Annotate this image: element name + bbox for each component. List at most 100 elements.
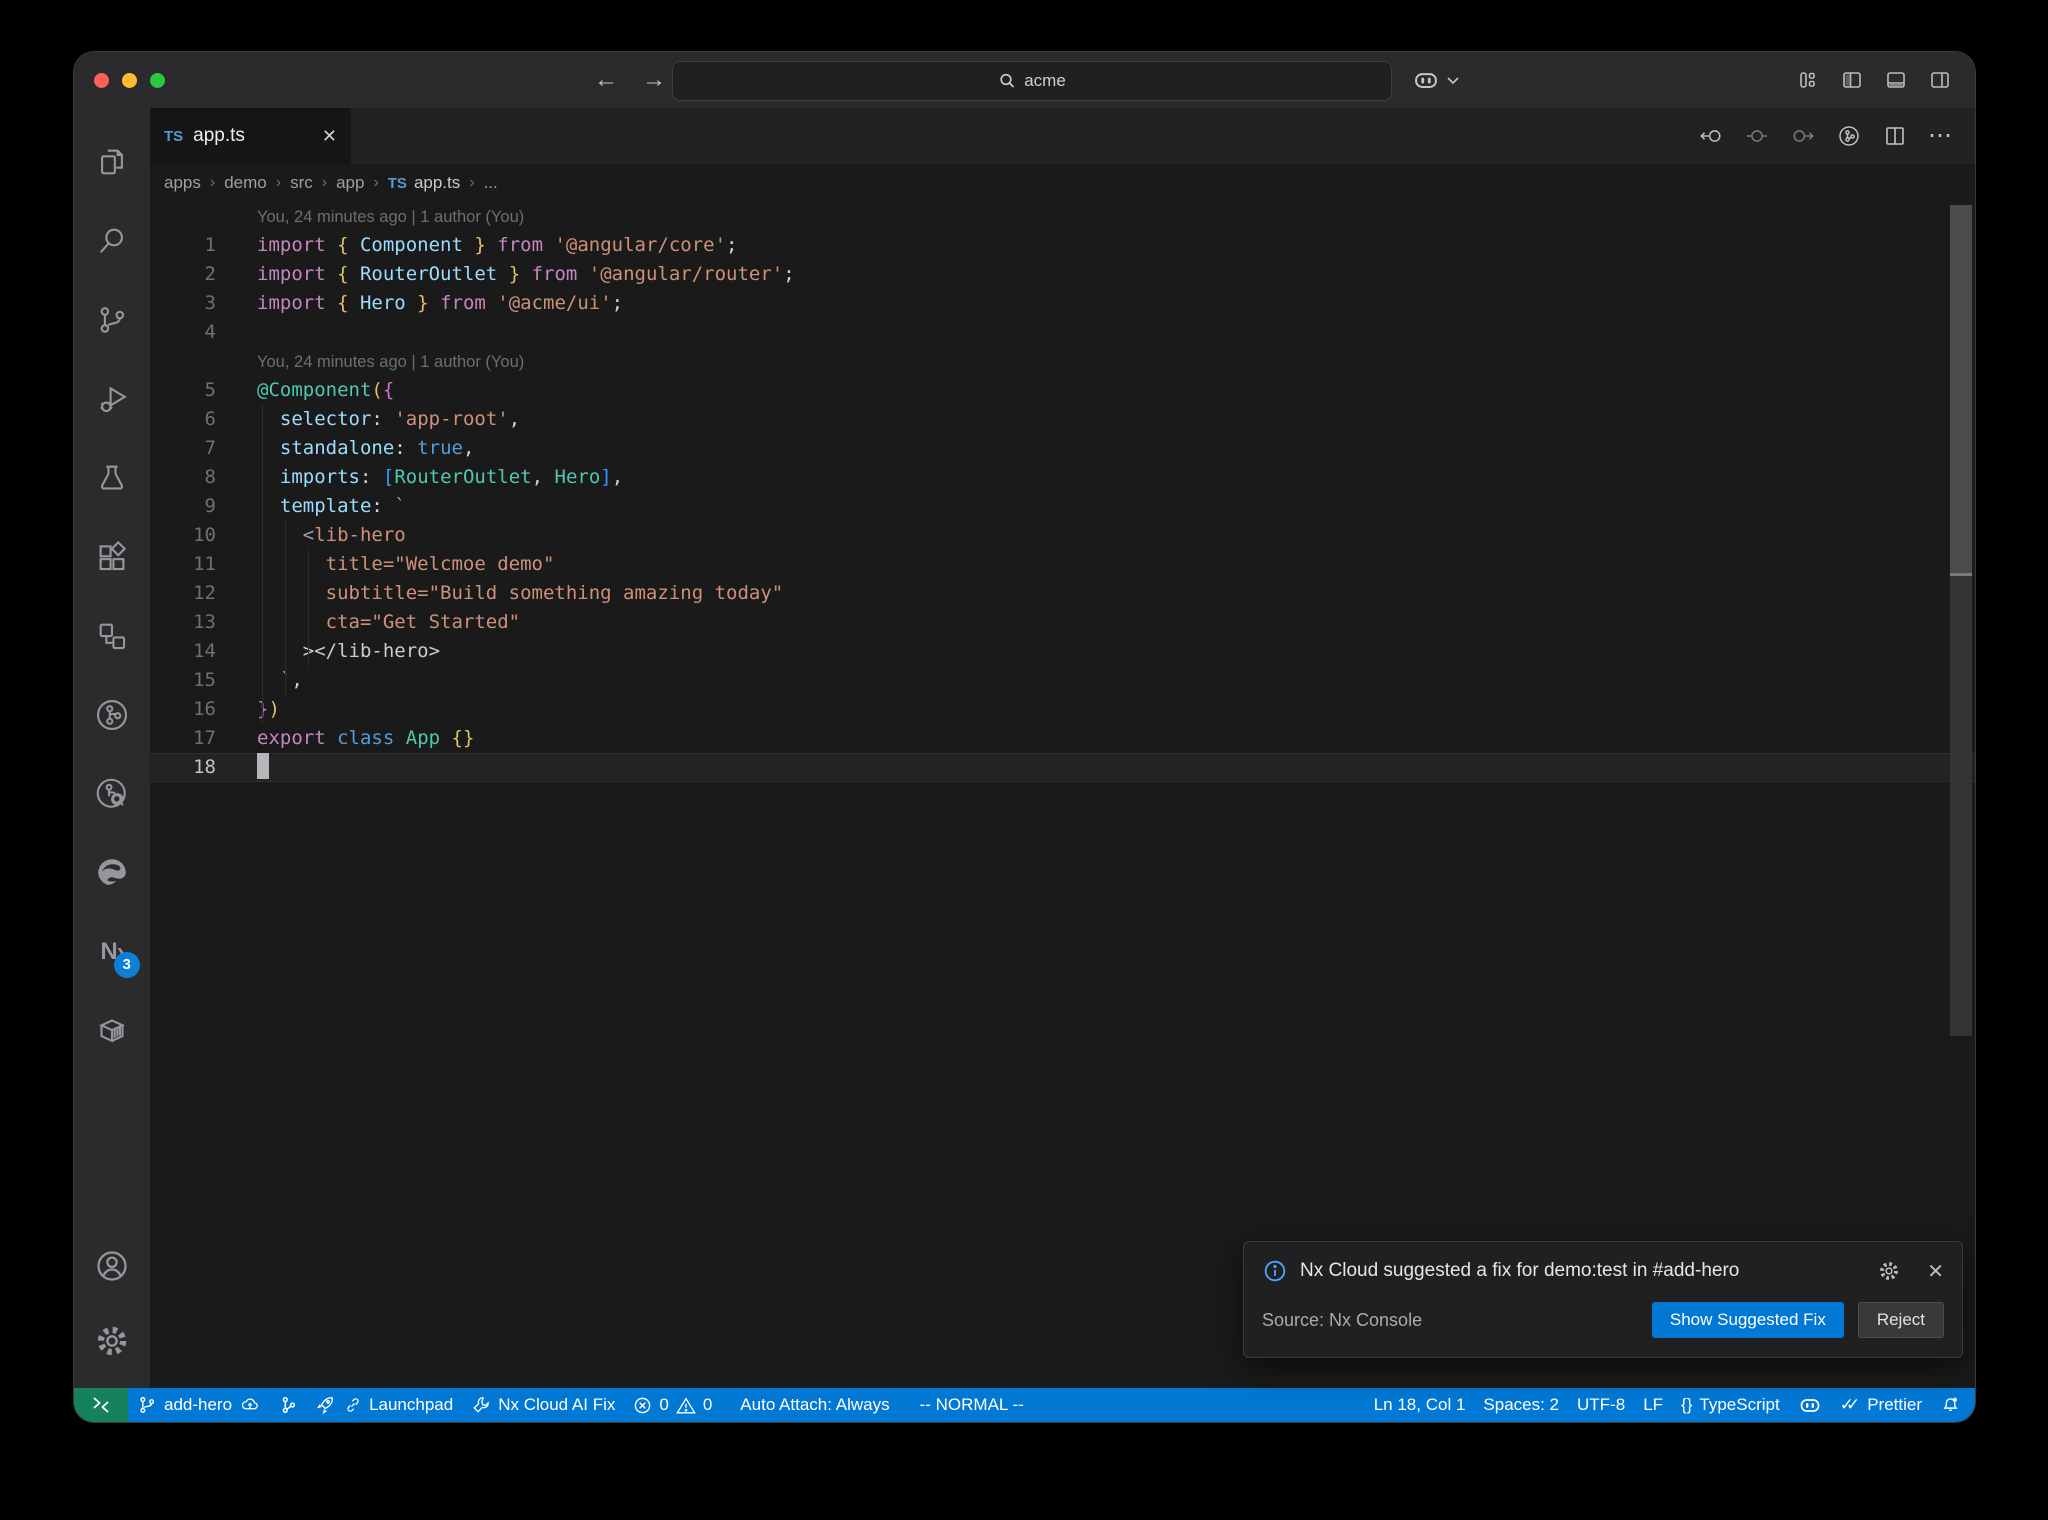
zoom-window-button[interactable] (150, 72, 165, 88)
code-line-content: }) (257, 698, 280, 720)
code-line: 5 @Component({ (150, 376, 1975, 405)
breadcrumb-item[interactable]: demo (224, 173, 267, 193)
navigate-back-button[interactable]: ← (594, 66, 618, 94)
scrollbar-track[interactable] (1950, 576, 1972, 1036)
toggle-primary-sidebar-button[interactable] (1841, 69, 1863, 91)
vim-mode-status[interactable]: -- NORMAL -- (911, 1395, 1033, 1415)
close-window-button[interactable] (94, 72, 109, 88)
encoding-status[interactable]: UTF-8 (1568, 1395, 1634, 1415)
customize-layout-button[interactable] (1797, 69, 1819, 91)
code-line: 17 export class App {} (150, 724, 1975, 753)
prettier-status[interactable]: ✓✓ Prettier (1831, 1395, 1931, 1415)
line-number: 5 (204, 379, 216, 401)
account-icon (94, 1248, 130, 1284)
launchpad-status[interactable]: Launchpad (306, 1394, 462, 1416)
notifications-bell[interactable] (1931, 1395, 1975, 1416)
navigate-forward-button[interactable]: → (642, 66, 666, 94)
search-icon (95, 224, 129, 258)
cursor-position-status[interactable]: Ln 18, Col 1 (1365, 1395, 1475, 1415)
tab-bar: TS app.ts ✕ ⋯ (150, 108, 1975, 164)
nx-cloud-fix-status[interactable]: Nx Cloud AI Fix (462, 1395, 624, 1415)
breadcrumb-item[interactable]: apps (164, 173, 201, 193)
sidebar-item-containers[interactable] (74, 991, 150, 1070)
sidebar-item-settings[interactable] (74, 1303, 150, 1378)
breadcrumb-file[interactable]: TS app.ts (388, 173, 460, 193)
indent-guide (308, 550, 309, 666)
indent-guide (262, 405, 263, 724)
sidebar-item-run-debug[interactable] (74, 359, 150, 438)
sidebar-item-git-search[interactable] (74, 754, 150, 833)
code-line: 13 cta="Get Started" (150, 608, 1975, 637)
bell-icon (1940, 1395, 1961, 1416)
code-line-content: cta="Get Started" (325, 611, 521, 633)
sidebar-item-extensions[interactable] (74, 517, 150, 596)
git-graph-icon (94, 697, 130, 733)
eol-status[interactable]: LF (1634, 1395, 1672, 1415)
command-center-text: acme (1024, 71, 1066, 90)
more-actions-icon[interactable]: ⋯ (1928, 124, 1953, 148)
compare-changes-icon[interactable] (1745, 124, 1769, 148)
status-bar: add-hero Launchpad Nx Cloud AI Fix 0 0 A… (74, 1388, 1975, 1422)
remote-icon (91, 1395, 111, 1415)
sidebar-item-accounts[interactable] (74, 1228, 150, 1303)
show-suggested-fix-button[interactable]: Show Suggested Fix (1651, 1302, 1844, 1338)
git-graph-view-icon[interactable] (1837, 124, 1861, 148)
container-box-icon (94, 1013, 130, 1049)
git-graph-status[interactable] (270, 1395, 306, 1415)
tab-close-icon[interactable]: ✕ (322, 126, 337, 147)
settings-gear-icon (94, 1323, 130, 1359)
line-number: 4 (204, 321, 216, 343)
command-center-search[interactable]: acme (672, 61, 1392, 101)
sidebar-item-search[interactable] (74, 201, 150, 280)
error-icon (633, 1396, 652, 1415)
notification-settings-icon[interactable] (1877, 1259, 1901, 1283)
sync-cloud-icon (239, 1395, 261, 1415)
breadcrumb-ellipsis[interactable]: ... (484, 173, 498, 193)
indentation-status[interactable]: Spaces: 2 (1474, 1395, 1568, 1415)
text-cursor (257, 753, 269, 779)
sidebar-item-type-hierarchy[interactable] (74, 596, 150, 675)
line-number: 18 (193, 756, 216, 778)
copilot-status[interactable] (1789, 1393, 1831, 1417)
git-branch-icon (137, 1395, 157, 1415)
breadcrumb-item[interactable]: src (290, 173, 313, 193)
minimize-window-button[interactable] (122, 72, 137, 88)
reject-button[interactable]: Reject (1857, 1302, 1944, 1338)
toggle-panel-button[interactable] (1885, 69, 1907, 91)
copilot-icon (1412, 66, 1440, 94)
code-line-content: subtitle="Build something amazing today" (325, 582, 784, 604)
copilot-menu[interactable] (1412, 66, 1460, 94)
code-line: 18 (150, 753, 1975, 782)
sidebar-item-edge-devtools[interactable] (74, 833, 150, 912)
sidebar-item-explorer[interactable] (74, 122, 150, 201)
tab-app-ts[interactable]: TS app.ts ✕ (150, 108, 351, 164)
line-number: 11 (193, 553, 216, 575)
git-search-icon (94, 776, 130, 812)
problems-status[interactable]: 0 0 (624, 1395, 721, 1415)
breadcrumb-item[interactable]: app (336, 173, 364, 193)
auto-attach-status[interactable]: Auto Attach: Always (731, 1395, 898, 1415)
toggle-secondary-sidebar-button[interactable] (1929, 69, 1951, 91)
open-previous-change-icon[interactable] (1699, 124, 1723, 148)
remote-indicator[interactable] (74, 1388, 128, 1422)
code-editor[interactable]: You, 24 minutes ago | 1 author (You) 1 imp… (150, 202, 1975, 1388)
line-number: 2 (204, 263, 216, 285)
sidebar-item-testing[interactable] (74, 438, 150, 517)
copilot-icon (1798, 1393, 1822, 1417)
language-mode-status[interactable]: {} TypeScript (1672, 1395, 1789, 1415)
line-number: 15 (193, 669, 216, 691)
warning-icon (675, 1396, 696, 1415)
notification-close-icon[interactable]: ✕ (1927, 1259, 1944, 1284)
code-line-content: @Component({ (257, 379, 395, 401)
git-branch-status[interactable]: add-hero (128, 1395, 270, 1415)
open-next-change-icon[interactable] (1791, 124, 1815, 148)
line-number: 7 (204, 437, 216, 459)
code-line-content: import { Component } from '@angular/core… (257, 234, 738, 256)
split-editor-icon[interactable] (1883, 124, 1907, 148)
sidebar-item-source-control[interactable] (74, 280, 150, 359)
code-line: 6 selector: 'app-root', (150, 405, 1975, 434)
line-number: 13 (193, 611, 216, 633)
sidebar-item-nx-console[interactable]: N› 3 (74, 912, 150, 991)
scrollbar-thumb[interactable] (1950, 205, 1972, 575)
sidebar-item-git-graph[interactable] (74, 675, 150, 754)
